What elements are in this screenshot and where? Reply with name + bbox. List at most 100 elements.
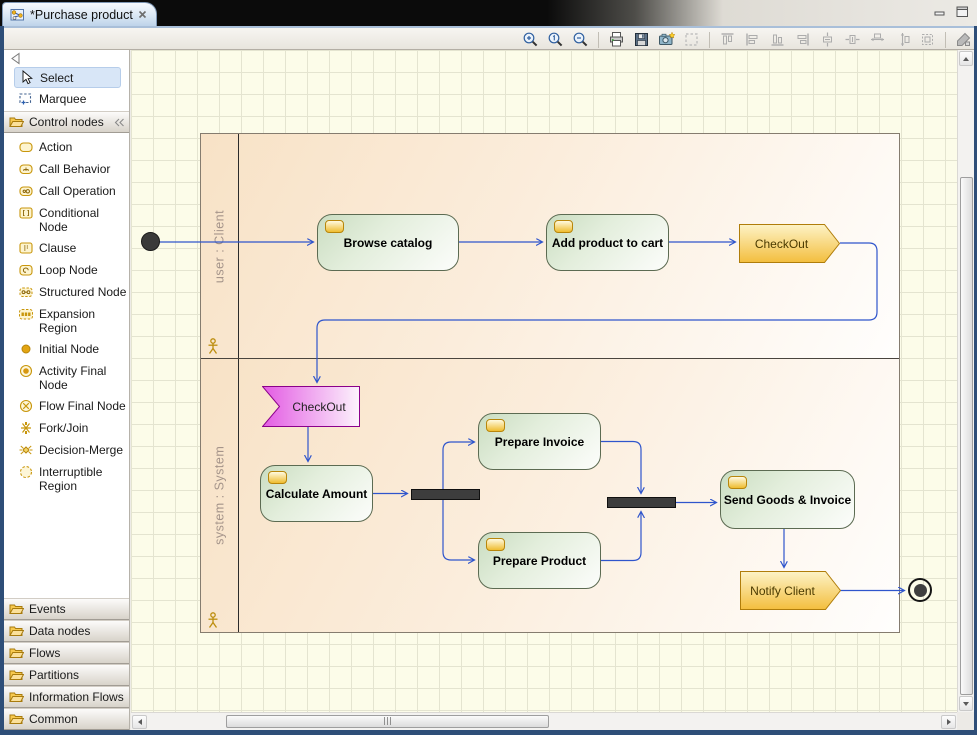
save-icon[interactable]: [631, 30, 652, 49]
palette-item-activity-final-node[interactable]: Activity Final Node: [4, 360, 129, 395]
folder-icon: [9, 647, 24, 659]
palette-drawer-events[interactable]: Events: [4, 598, 129, 620]
tab-title: *Purchase product: [30, 8, 133, 22]
zoom-out-icon[interactable]: [570, 30, 591, 49]
partition-name: user : Client: [201, 134, 238, 358]
call-operation-icon: [18, 183, 34, 199]
node-label: Prepare Product: [493, 554, 586, 568]
horizontal-scrollbar[interactable]: [131, 712, 957, 730]
palette-item-conditional-node[interactable]: Conditional Node: [4, 202, 129, 237]
align-bottom-icon[interactable]: [767, 30, 788, 49]
node-send-goods-invoice[interactable]: Send Goods & Invoice: [720, 470, 855, 529]
palette-item-action[interactable]: Action: [4, 136, 129, 158]
palette-drawer-partitions[interactable]: Partitions: [4, 664, 129, 686]
node-add-product-to-cart[interactable]: Add product to cart: [546, 214, 669, 271]
partition-label-strip[interactable]: user : Client: [201, 134, 239, 358]
palette-item-clause[interactable]: Clause: [4, 237, 129, 259]
editor-tab-bar: *Purchase product: [0, 0, 977, 26]
action-icon: [18, 139, 34, 155]
minimize-icon[interactable]: [934, 6, 946, 17]
palette-item-call-operation[interactable]: Call Operation: [4, 180, 129, 202]
node-label: Notify Client: [750, 584, 815, 598]
align-right-icon[interactable]: [792, 30, 813, 49]
zoom-actual-size-icon[interactable]: [545, 30, 566, 49]
palette-item-initial-node[interactable]: Initial Node: [4, 338, 129, 360]
structured-node-icon: [18, 284, 34, 300]
align-top-icon[interactable]: [717, 30, 738, 49]
palette-tool-marquee[interactable]: Marquee: [14, 89, 121, 108]
zoom-in-icon[interactable]: [520, 30, 541, 49]
close-tab-icon[interactable]: [138, 10, 147, 19]
node-prepare-product[interactable]: Prepare Product: [478, 532, 601, 589]
editor-tab-purchase-product[interactable]: *Purchase product: [2, 2, 157, 26]
palette-item-list: Action Call Behavior Call Operation Cond…: [4, 133, 129, 496]
palette-item-interruptible-region[interactable]: Interruptible Region: [4, 461, 129, 496]
palette-drawer-data-nodes[interactable]: Data nodes: [4, 620, 129, 642]
distribute-horizontally-icon[interactable]: [842, 30, 863, 49]
node-label: Calculate Amount: [266, 487, 368, 501]
drawer-label: Control nodes: [29, 115, 104, 129]
flow-final-node-icon: [18, 398, 34, 414]
node-label: CheckOut: [755, 237, 808, 251]
diagram-toolbar: [4, 26, 974, 50]
palette-item-call-behavior[interactable]: Call Behavior: [4, 158, 129, 180]
node-calculate-amount[interactable]: Calculate Amount: [260, 465, 373, 522]
vertical-scrollbar[interactable]: [957, 50, 974, 712]
palette-tool-select[interactable]: Select: [14, 67, 121, 88]
collapse-palette-icon[interactable]: [10, 52, 21, 65]
node-notify-client[interactable]: Notify Client: [740, 571, 841, 610]
initial-node-icon: [18, 341, 34, 357]
node-prepare-invoice[interactable]: Prepare Invoice: [478, 413, 601, 470]
editor-area: user : Client system : System: [131, 50, 974, 730]
appearance-icon[interactable]: [953, 30, 974, 49]
scroll-left-button[interactable]: [132, 715, 147, 729]
auto-size-icon[interactable]: [917, 30, 938, 49]
palette-item-structured-node[interactable]: Structured Node: [4, 281, 129, 303]
palette-item-decision-merge[interactable]: Decision-Merge: [4, 439, 129, 461]
scroll-up-button[interactable]: [959, 51, 973, 66]
palette-item-flow-final-node[interactable]: Flow Final Node: [4, 395, 129, 417]
print-icon[interactable]: [606, 30, 627, 49]
palette-item-loop-node[interactable]: Loop Node: [4, 259, 129, 281]
tool-label: Marquee: [39, 92, 86, 106]
distribute-vertically-icon[interactable]: [817, 30, 838, 49]
node-activity-final[interactable]: [908, 578, 932, 602]
pin-drawer-icon[interactable]: [114, 118, 125, 127]
maximize-icon[interactable]: [956, 6, 969, 18]
scroll-right-button[interactable]: [941, 715, 956, 729]
horizontal-scrollbar-thumb[interactable]: [226, 715, 549, 729]
palette-drawer-flows[interactable]: Flows: [4, 642, 129, 664]
palette: Select Marquee Control nodes Action: [4, 50, 130, 730]
marquee-icon: [18, 91, 33, 106]
node-join[interactable]: [607, 497, 676, 508]
match-height-icon[interactable]: [892, 30, 913, 49]
vertical-scrollbar-thumb[interactable]: [960, 177, 973, 695]
scrollbar-corner: [957, 712, 974, 730]
palette-drawer-information-flows[interactable]: Information Flows: [4, 686, 129, 708]
node-browse-catalog[interactable]: Browse catalog: [317, 214, 459, 271]
palette-item-fork-join[interactable]: Fork/Join: [4, 417, 129, 439]
palette-drawer-control-nodes[interactable]: Control nodes: [4, 111, 129, 133]
diagram-canvas[interactable]: user : Client system : System: [131, 50, 957, 712]
conditional-node-icon: [18, 205, 34, 221]
toolbar-separator: [709, 32, 710, 48]
interruptible-region-icon: [18, 464, 34, 480]
call-behavior-icon: [18, 161, 34, 177]
action-badge-icon: [486, 538, 505, 551]
align-left-icon[interactable]: [742, 30, 763, 49]
match-width-icon[interactable]: [867, 30, 888, 49]
palette-item-expansion-region[interactable]: Expansion Region: [4, 303, 129, 338]
folder-icon: [9, 713, 24, 725]
node-initial[interactable]: [141, 232, 160, 251]
scroll-down-button[interactable]: [959, 696, 973, 711]
add-image-snapshot-icon[interactable]: [656, 30, 677, 49]
marquee-selection-icon[interactable]: [681, 30, 702, 49]
node-fork[interactable]: [411, 489, 480, 500]
node-checkout-accept-event[interactable]: CheckOut: [262, 386, 360, 427]
application-window: *Purchase product: [0, 0, 977, 735]
action-badge-icon: [325, 220, 344, 233]
partition-label-strip[interactable]: system : System: [201, 359, 239, 632]
node-checkout-send-signal[interactable]: CheckOut: [739, 224, 840, 263]
palette-drawer-common[interactable]: Common: [4, 708, 129, 730]
loop-node-icon: [18, 262, 34, 278]
